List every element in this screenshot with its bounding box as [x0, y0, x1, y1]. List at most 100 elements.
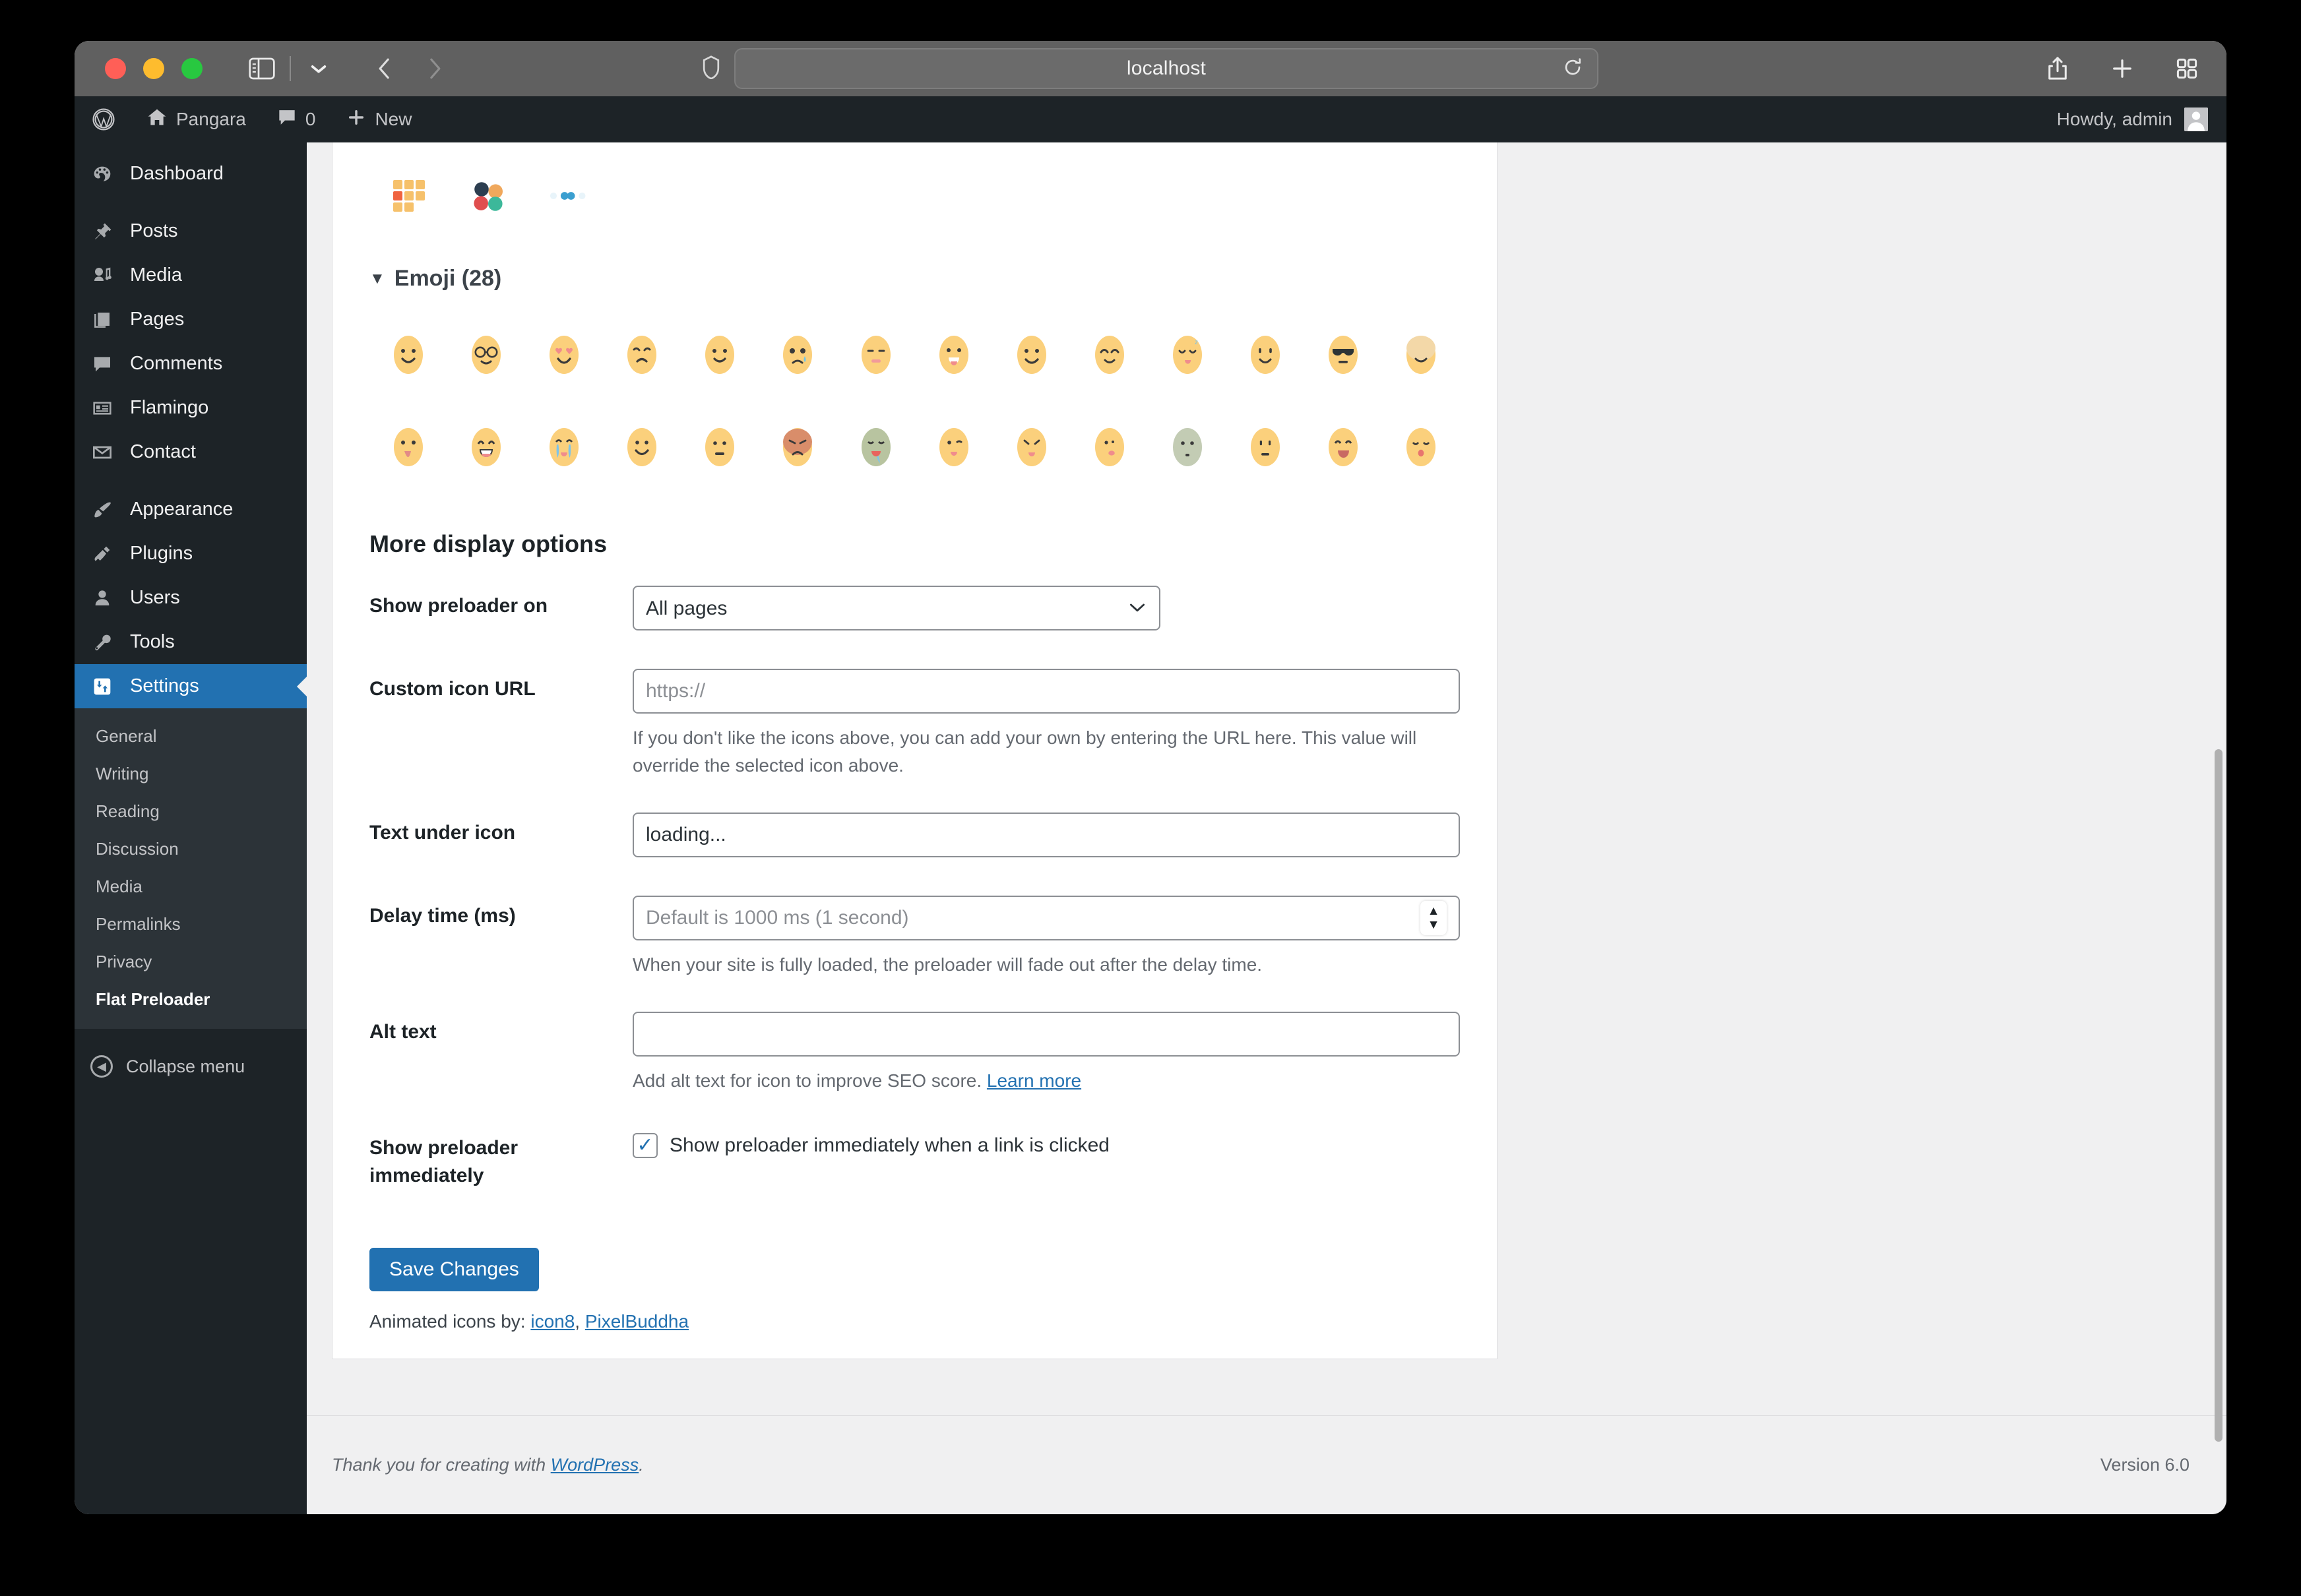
back-arrow-icon[interactable] [367, 51, 402, 86]
sidebar-item-contact[interactable]: Contact [75, 430, 307, 474]
emoji-option-kiss[interactable] [1382, 401, 1460, 493]
comments-menu[interactable]: 0 [262, 96, 332, 142]
text-under-icon-input[interactable] [633, 813, 1460, 857]
emoji-option-sunglasses[interactable] [1304, 309, 1382, 401]
emoji-option-worried[interactable] [993, 401, 1071, 493]
show-immediately-checkbox[interactable]: ✓ [633, 1133, 658, 1158]
stepper-up-icon[interactable]: ▲ [1428, 905, 1440, 917]
minimize-window-button[interactable] [143, 58, 164, 79]
submenu-item-permalinks[interactable]: Permalinks [75, 905, 307, 943]
learn-more-link[interactable]: Learn more [987, 1070, 1081, 1091]
emoji-option-smirk[interactable] [1304, 401, 1382, 493]
content-scrollbar[interactable] [2215, 749, 2222, 1442]
emoji-option-grin[interactable] [603, 401, 681, 493]
emoji-option-tongue-out[interactable] [369, 401, 447, 493]
emoji-option-flat[interactable] [681, 401, 759, 493]
pixelbuddha-link[interactable]: PixelBuddha [585, 1311, 689, 1332]
emoji-option-angry[interactable] [759, 401, 836, 493]
site-name-menu[interactable]: Pangara [131, 96, 262, 142]
delay-time-stepper[interactable]: ▲ ▼ [1420, 901, 1447, 935]
submenu-item-media[interactable]: Media [75, 868, 307, 905]
plus-icon [347, 108, 365, 131]
delay-time-description: When your site is fully loaded, the prel… [633, 954, 1263, 975]
emoji-option-pale[interactable] [1149, 401, 1226, 493]
delay-time-input[interactable] [633, 896, 1460, 940]
shield-icon[interactable] [703, 55, 720, 82]
icon-option-square-grid[interactable] [369, 166, 449, 226]
emoji-option-tongue[interactable] [915, 309, 993, 401]
icon-option-three-dots[interactable] [528, 166, 607, 226]
submenu-item-writing[interactable]: Writing [75, 755, 307, 793]
comment-icon [89, 354, 115, 374]
new-content-menu[interactable]: New [331, 96, 427, 142]
share-icon[interactable] [2040, 51, 2075, 86]
new-label: New [375, 109, 412, 129]
collapse-menu-button[interactable]: ◀ Collapse menu [75, 1038, 307, 1095]
emoji-option-crying[interactable] [759, 309, 836, 401]
submenu-item-discussion[interactable]: Discussion [75, 830, 307, 868]
browser-window: localhost Pangara 0 New Howdy, admin Das… [75, 41, 2226, 1514]
reload-icon[interactable] [1563, 57, 1583, 80]
submenu-item-reading[interactable]: Reading [75, 793, 307, 830]
wordpress-link[interactable]: WordPress [551, 1455, 639, 1475]
emoji-option-sad[interactable] [603, 309, 681, 401]
close-window-button[interactable] [105, 58, 126, 79]
stepper-down-icon[interactable]: ▼ [1428, 919, 1440, 931]
chevron-down-icon[interactable] [301, 51, 336, 86]
emoji-option-wink[interactable] [915, 401, 993, 493]
collapse-arrow-icon: ◀ [90, 1055, 113, 1078]
admin-content: ▼ Emoji (28) z More display options Show… [307, 142, 2226, 1514]
emoji-option-sobbing[interactable] [525, 401, 603, 493]
sidebar-item-dashboard[interactable]: Dashboard [75, 152, 307, 196]
custom-icon-url-input[interactable] [633, 669, 1460, 714]
emoji-option-content[interactable] [1071, 309, 1149, 401]
show-immediately-checkbox-row[interactable]: ✓ Show preloader immediately when a link… [633, 1128, 1460, 1158]
submenu-item-general[interactable]: General [75, 718, 307, 755]
traffic-lights [105, 58, 203, 79]
maximize-window-button[interactable] [181, 58, 203, 79]
emoji-option-nerd[interactable] [447, 309, 525, 401]
forward-arrow-icon[interactable] [418, 51, 452, 86]
howdy-label: Howdy, admin [2056, 109, 2172, 129]
emoji-option-thinking[interactable] [1071, 401, 1149, 493]
submenu-item-privacy[interactable]: Privacy [75, 943, 307, 981]
label-custom-icon-url: Custom icon URL [369, 678, 536, 700]
emoji-option-blank[interactable] [1382, 309, 1460, 401]
emoji-option-expressionless[interactable] [1226, 401, 1304, 493]
emoji-option-laughing[interactable] [447, 401, 525, 493]
emoji-section-header[interactable]: ▼ Emoji (28) [369, 266, 1460, 292]
sidebar-item-settings[interactable]: Settings [75, 664, 307, 708]
sidebar-item-users[interactable]: Users [75, 576, 307, 620]
icon8-link[interactable]: icon8 [530, 1311, 575, 1332]
emoji-option-smile[interactable] [369, 309, 447, 401]
sidebar-item-flamingo[interactable]: Flamingo [75, 386, 307, 430]
plus-icon[interactable] [2105, 51, 2139, 86]
save-changes-button[interactable]: Save Changes [369, 1248, 539, 1291]
alt-text-input[interactable] [633, 1012, 1460, 1057]
sidebar-toggle-icon[interactable] [245, 51, 279, 86]
tab-overview-icon[interactable] [2170, 51, 2204, 86]
sidebar-item-media[interactable]: Media [75, 253, 307, 297]
submenu-item-flat-preloader[interactable]: Flat Preloader [75, 981, 307, 1018]
sidebar-item-plugins[interactable]: Plugins [75, 532, 307, 576]
emoji-option-sleepy[interactable]: z [1149, 309, 1226, 401]
wordpress-logo-icon[interactable] [75, 96, 131, 142]
sidebar-item-posts[interactable]: Posts [75, 209, 307, 253]
emoji-option-surprised[interactable] [1226, 309, 1304, 401]
sidebar-item-tools[interactable]: Tools [75, 620, 307, 664]
address-bar-container: localhost [703, 48, 1598, 89]
emoji-option-smile-2[interactable] [681, 309, 759, 401]
address-bar[interactable]: localhost [734, 48, 1598, 89]
icon-option-four-dots[interactable] [449, 166, 528, 226]
emoji-option-sick[interactable] [836, 401, 914, 493]
sidebar-item-appearance[interactable]: Appearance [75, 487, 307, 532]
emoji-option-happy[interactable] [993, 309, 1071, 401]
show-preloader-on-select[interactable]: All pages [633, 586, 1160, 630]
emoji-option-heart-eyes[interactable] [525, 309, 603, 401]
sidebar-item-comments[interactable]: Comments [75, 342, 307, 386]
home-icon [147, 107, 167, 132]
account-menu[interactable]: Howdy, admin [2057, 96, 2226, 142]
sidebar-item-pages[interactable]: Pages [75, 297, 307, 342]
credits-prefix: Animated icons by: [369, 1311, 531, 1332]
emoji-option-neutral[interactable] [836, 309, 914, 401]
